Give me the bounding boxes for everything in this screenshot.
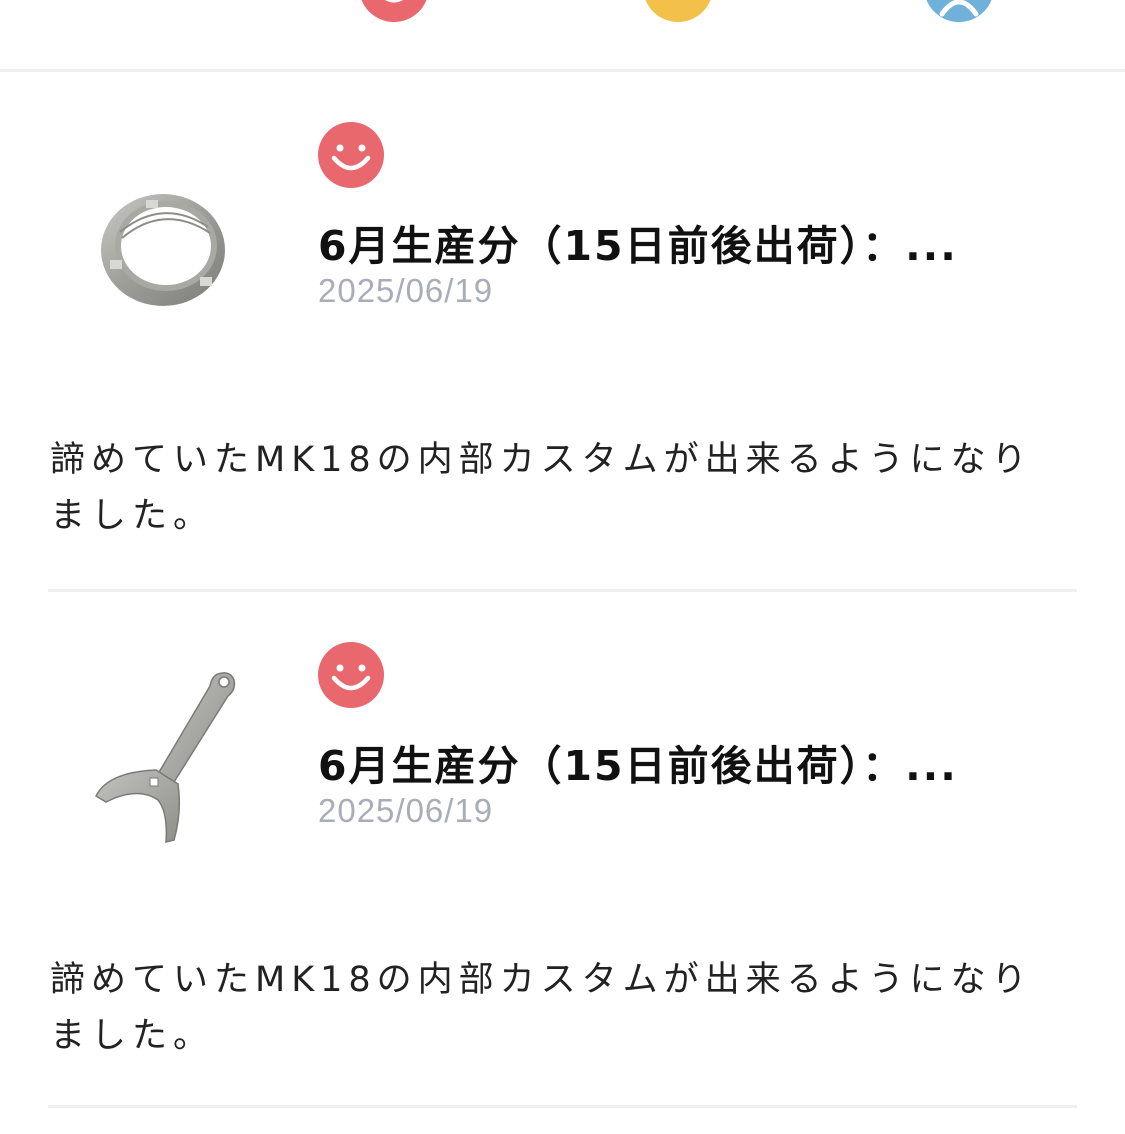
ring-nut-icon — [101, 194, 225, 306]
review-title[interactable]: 6月生産分（15日前後出荷）：... — [318, 732, 1078, 792]
rating-filter-good-button[interactable] — [359, 0, 429, 22]
smile-face-icon — [361, 0, 427, 22]
neutral-face-icon — [645, 0, 711, 22]
review-list-page: 6月生産分（15日前後出荷）：... 2025/06/19 諦めていたMK18の… — [0, 0, 1125, 1134]
wrench-icon — [95, 672, 236, 843]
product-thumbnail[interactable] — [78, 162, 248, 332]
smile-face-icon — [318, 642, 384, 708]
rating-filter-normal-button[interactable] — [643, 0, 713, 22]
review-date: 2025/06/19 — [318, 792, 494, 829]
frown-face-icon — [926, 0, 992, 22]
review-body: 諦めていたMK18の内部カスタムが出来るようになりました。 — [50, 440, 1033, 536]
review-item[interactable]: 6月生産分（15日前後出荷）：... 2025/06/19 諦めていたMK18の… — [48, 592, 1077, 1108]
review-title[interactable]: 6月生産分（15日前後出荷）：... — [318, 212, 1078, 272]
rating-filter-bar — [0, 0, 1125, 72]
review-item[interactable]: 6月生産分（15日前後出荷）：... 2025/06/19 諦めていたMK18の… — [48, 72, 1077, 592]
rating-smile-badge — [318, 642, 384, 708]
review-body: 諦めていたMK18の内部カスタムが出来るようになりました。 — [50, 960, 1033, 1056]
review-date: 2025/06/19 — [318, 272, 494, 309]
rating-smile-badge — [318, 122, 384, 188]
smile-face-icon — [318, 122, 384, 188]
product-thumbnail[interactable] — [78, 672, 248, 843]
rating-filter-bad-button[interactable] — [924, 0, 994, 22]
